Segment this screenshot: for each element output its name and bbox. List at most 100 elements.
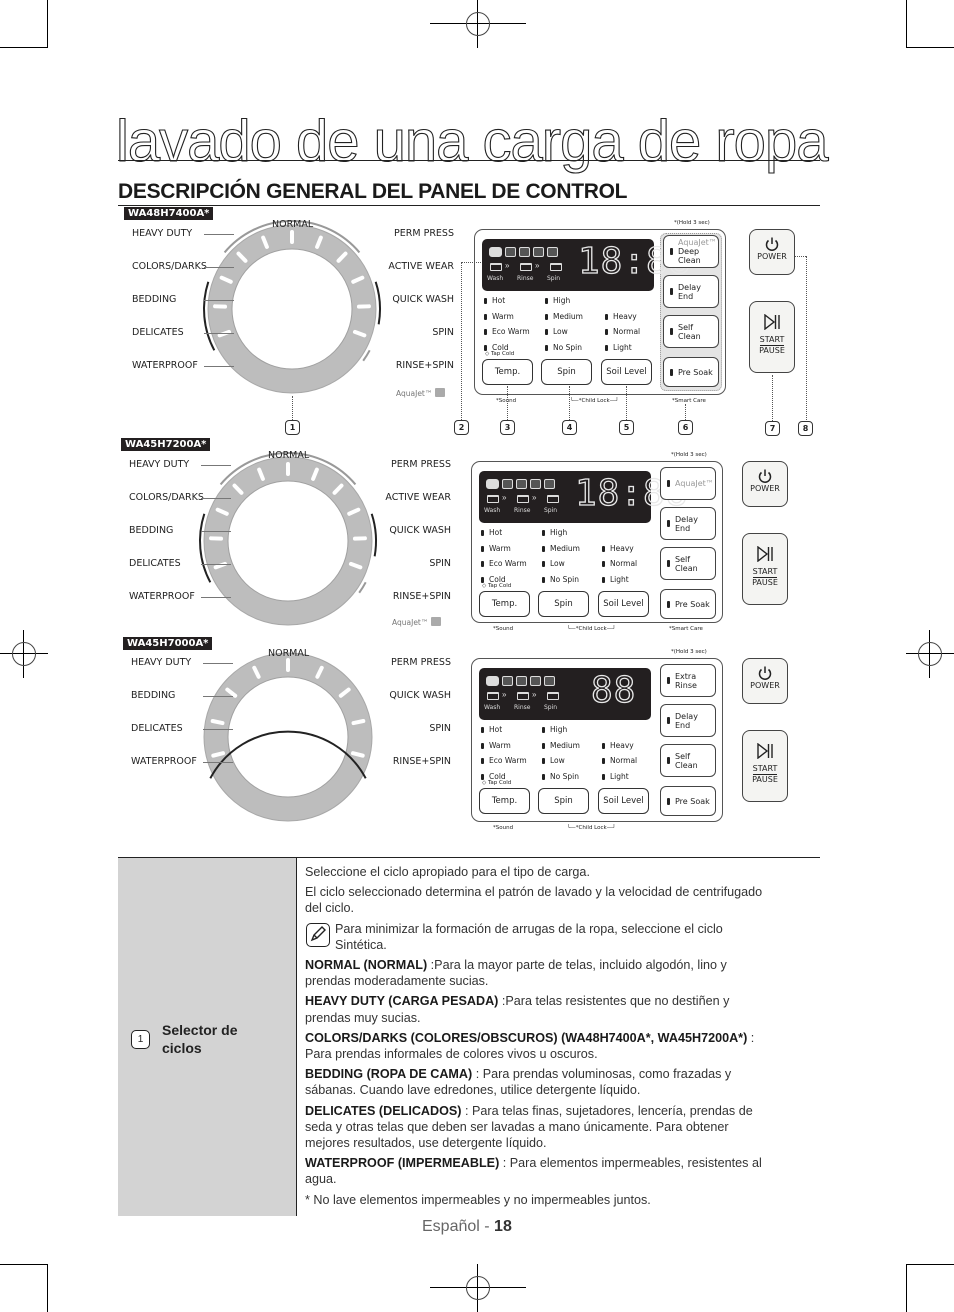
cycle-label[interactable]: WATERPROOF — [129, 591, 195, 602]
option-button[interactable]: Delay End — [660, 704, 716, 737]
description-paragraph: BEDDING (ROPA DE CAMA) : Para prendas vo… — [305, 1066, 765, 1098]
page-number: 18 — [494, 1218, 512, 1235]
cycle-label[interactable]: PERM PRESS — [394, 228, 454, 239]
description-text: El ciclo seleccionado determina el patró… — [305, 885, 763, 916]
cycle-label[interactable]: BEDDING — [132, 294, 176, 305]
power-button[interactable]: POWER — [742, 461, 788, 507]
start-pause-button[interactable]: START PAUSE — [749, 301, 795, 373]
label-line-1: Pre Soak — [678, 367, 713, 377]
spin-button[interactable]: Spin — [538, 788, 589, 814]
basket-icon — [502, 676, 513, 686]
cycle-label[interactable]: SPIN — [429, 558, 451, 569]
cycle-name: NORMAL (NORMAL) — [305, 958, 428, 973]
lock-icon — [486, 676, 499, 686]
indicator-led — [670, 248, 673, 255]
cycle-label[interactable]: RINSE+SPIN — [393, 591, 451, 602]
cycle-label-top[interactable]: NORMAL — [272, 219, 313, 230]
registration-mark — [430, 0, 526, 48]
option-button[interactable]: AquaJet™ — [660, 467, 716, 500]
cycle-label-top[interactable]: NORMAL — [268, 450, 309, 461]
cycle-label[interactable]: BEDDING — [131, 690, 175, 701]
start-pause-button[interactable]: START PAUSE — [742, 533, 788, 605]
cycle-label[interactable]: QUICK WASH — [392, 294, 454, 305]
power-button[interactable]: POWER — [749, 229, 795, 275]
spin-button[interactable]: Spin — [538, 591, 589, 617]
cycle-label[interactable]: SPIN — [432, 327, 454, 338]
cycle-label[interactable]: WATERPROOF — [132, 360, 198, 371]
cycle-label[interactable]: ACTIVE WEAR — [388, 261, 454, 272]
cycle-label[interactable]: HEAVY DUTY — [131, 657, 191, 668]
cycle-label[interactable]: QUICK WASH — [389, 690, 451, 701]
cycle-name: DELICATES (DELICADOS) — [305, 1103, 462, 1118]
description-paragraph: DELICATES (DELICADOS) : Para telas finas… — [305, 1103, 765, 1152]
soil-level-button[interactable]: Soil Level — [601, 359, 652, 385]
cycle-selector-dial[interactable] — [178, 627, 398, 847]
power-button[interactable]: POWER — [742, 658, 788, 704]
footer-language: Español - — [422, 1218, 495, 1235]
option-button[interactable]: Self Clean — [660, 744, 716, 777]
flow-label: Spin — [547, 275, 561, 282]
cycle-label[interactable]: WATERPROOF — [131, 756, 197, 767]
cycle-label[interactable]: QUICK WASH — [389, 525, 451, 536]
callout-number: 2 — [454, 420, 469, 435]
cycle-label[interactable]: HEAVY DUTY — [129, 459, 189, 470]
cycle-label[interactable]: BEDDING — [129, 525, 173, 536]
start-pause-button[interactable]: START PAUSE — [742, 730, 788, 802]
cycle-label-top[interactable]: NORMAL — [268, 648, 309, 659]
table-description-cell: Seleccione el ciclo apropiado para el ti… — [305, 864, 765, 1212]
cycle-label[interactable]: PERM PRESS — [391, 459, 451, 470]
temp-option: Hot — [481, 725, 502, 734]
page-footer: Español - 18 — [422, 1218, 512, 1236]
temp-button[interactable]: Temp. — [479, 788, 530, 814]
cycle-label[interactable]: PERM PRESS — [391, 657, 451, 668]
option-button[interactable]: Delay End — [663, 275, 719, 308]
tub-icon — [517, 495, 529, 503]
play-pause-icon — [757, 743, 773, 759]
dial-tick — [211, 751, 225, 758]
note-paragraph: Para minimizar la formación de arrugas d… — [305, 921, 765, 953]
aquajet-icon — [431, 617, 442, 626]
spin-option: Low — [542, 559, 565, 568]
option-button[interactable]: Self Clean — [663, 315, 719, 348]
cycle-label[interactable]: COLORS/DARKS — [129, 492, 204, 503]
sound-note: *Sound — [493, 626, 514, 632]
tap-cold-note: ◇ Tap Cold — [485, 351, 515, 357]
option-button[interactable]: Pre Soak — [663, 357, 719, 387]
indicator-led — [670, 288, 673, 295]
cycle-label[interactable]: DELICATES — [131, 723, 183, 734]
cycle-label[interactable]: COLORS/DARKS — [132, 261, 207, 272]
cycle-label[interactable]: DELICATES — [129, 558, 181, 569]
cycle-selector-dial[interactable] — [178, 431, 398, 651]
cycle-label[interactable]: HEAVY DUTY — [132, 228, 192, 239]
cycle-label[interactable]: SPIN — [429, 723, 451, 734]
leader-line — [203, 729, 233, 730]
cycle-label[interactable]: RINSE+SPIN — [393, 756, 451, 767]
cycle-selector-dial[interactable] — [182, 199, 402, 419]
spin-button[interactable]: Spin — [541, 359, 592, 385]
option-button[interactable]: Delay End — [660, 507, 716, 540]
option-button[interactable]: AquaJet™ Deep Clean — [663, 235, 719, 268]
start-label: START — [759, 335, 785, 346]
soil-option: Light — [605, 343, 632, 352]
spin-option: Low — [542, 756, 565, 765]
option-button[interactable]: Pre Soak — [660, 786, 716, 816]
cycle-label[interactable]: DELICATES — [132, 327, 184, 338]
temp-button[interactable]: Temp. — [479, 591, 530, 617]
option-button[interactable]: Self Clean — [660, 547, 716, 580]
option-button[interactable]: Extra Rinse — [660, 664, 716, 697]
mute-icon — [516, 479, 527, 489]
option-button[interactable]: Pre Soak — [660, 589, 716, 619]
temp-option: Hot — [484, 296, 505, 305]
leader-line — [461, 262, 462, 420]
temp-button[interactable]: Temp. — [482, 359, 533, 385]
callout-number: 3 — [500, 420, 515, 435]
leader-line — [806, 256, 807, 420]
cycle-label[interactable]: RINSE+SPIN — [396, 360, 454, 371]
leader-line — [204, 300, 234, 301]
cycle-label[interactable]: ACTIVE WEAR — [385, 492, 451, 503]
soil-level-button[interactable]: Soil Level — [598, 591, 649, 617]
soil-level-button[interactable]: Soil Level — [598, 788, 649, 814]
chevron-right-icon: » — [532, 493, 537, 502]
description-paragraph: El ciclo seleccionado determina el patró… — [305, 884, 765, 916]
chevron-right-icon: » — [532, 690, 537, 699]
